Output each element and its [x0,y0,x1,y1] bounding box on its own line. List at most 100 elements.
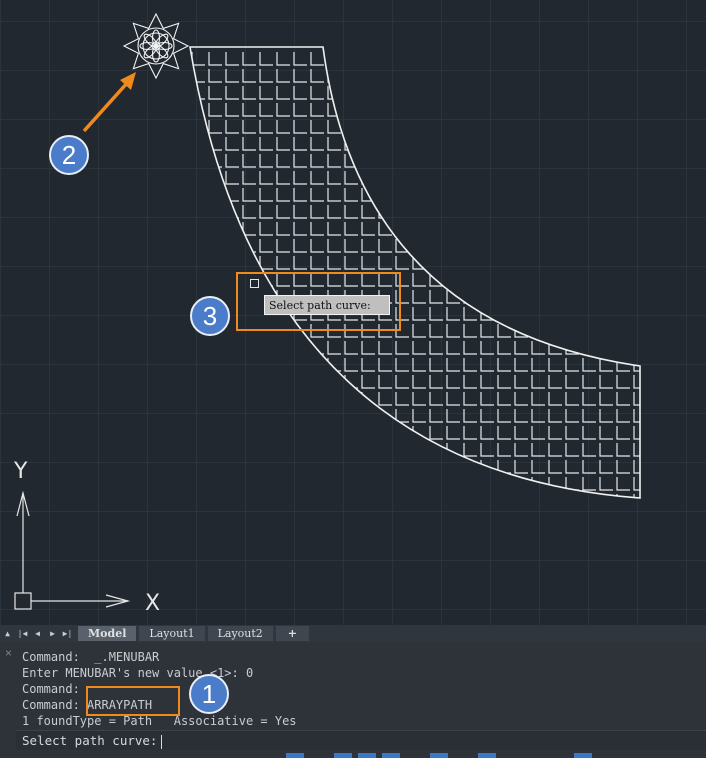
array-cell [276,341,290,355]
status-button[interactable] [358,753,376,758]
status-button[interactable] [286,753,304,758]
array-cell [497,409,511,423]
array-cell [429,358,443,372]
array-cell [344,494,358,498]
array-cell [480,324,494,338]
array-cell [446,86,460,100]
status-button[interactable] [334,753,352,758]
array-cell [412,256,426,270]
array-cell [480,171,494,185]
array-cell [497,103,511,117]
array-cell [344,358,358,372]
array-cell [463,477,477,491]
array-cell [225,358,239,372]
array-cell [395,69,409,83]
tab-layout2[interactable]: Layout2 [207,626,273,641]
array-cell [599,477,613,491]
array-cell [480,477,494,491]
array-cell [412,358,426,372]
array-cell [599,120,613,134]
status-button[interactable] [382,753,400,758]
next-tab-icon[interactable]: ▶ [45,626,60,641]
array-cell [242,69,256,83]
array-cell [276,69,290,83]
array-cell [310,103,324,117]
command-line-window: × Command: _.MENUBAR Enter MENUBAR's new… [0,642,706,758]
array-cell [463,222,477,236]
array-cell [310,205,324,219]
array-cell [395,137,409,151]
drawing-canvas[interactable]: Y X Select path curve: 2 3 [0,0,706,625]
array-cell [548,409,562,423]
array-cell [191,392,205,406]
array-cell [497,307,511,321]
array-cell [514,307,528,321]
array-cell [259,69,273,83]
tab-layout1[interactable]: Layout1 [139,626,205,641]
last-tab-icon[interactable]: ▶| [60,626,75,641]
array-cell [446,171,460,185]
array-cell [446,307,460,321]
status-button[interactable] [574,753,592,758]
array-cell [208,477,222,491]
flower-object[interactable] [122,12,190,80]
array-cell [616,222,630,236]
array-cell [225,222,239,236]
prev-tab-icon[interactable]: ◀ [30,626,45,641]
array-cell [531,188,545,202]
array-cell [548,222,562,236]
array-cell [191,443,205,457]
array-cell [480,86,494,100]
array-cell [582,375,596,389]
array-cell [225,460,239,474]
array-cell [259,188,273,202]
array-cell [582,273,596,287]
array-cell [191,426,205,440]
array-cell [191,205,205,219]
array-cell [276,443,290,457]
array-cell [463,120,477,134]
array-cell [242,137,256,151]
tab-model[interactable]: Model [78,626,137,641]
array-cell [514,52,528,66]
status-button[interactable] [430,753,448,758]
command-input[interactable]: Select path curve: [16,730,706,750]
array-cell [480,273,494,287]
array-cell [480,222,494,236]
array-cell [293,120,307,134]
array-cell [565,103,579,117]
array-cell [259,222,273,236]
array-cell [616,52,630,66]
array-cell [293,222,307,236]
array-cell [497,443,511,457]
close-icon[interactable]: × [5,646,12,660]
array-cell [514,137,528,151]
array-cell [497,392,511,406]
array-cell [531,307,545,321]
array-cell [395,52,409,66]
array-cell [208,358,222,372]
array-cell [208,494,222,498]
array-cell [344,256,358,270]
array-cell [582,154,596,168]
array-cell [565,86,579,100]
array-cell [276,137,290,151]
array-cell [531,460,545,474]
array-cell [599,426,613,440]
scroll-up-icon[interactable]: ▲ [0,626,15,641]
array-cell [412,154,426,168]
array-cell [599,86,613,100]
array-cell [548,443,562,457]
array-cell [531,426,545,440]
array-cell [327,188,341,202]
array-cell [378,494,392,498]
array-cell [514,392,528,406]
array-cell [582,443,596,457]
array-cell [446,188,460,202]
first-tab-icon[interactable]: |◀ [15,626,30,641]
array-cell [276,103,290,117]
array-cell [225,426,239,440]
array-cell [242,494,256,498]
status-button[interactable] [478,753,496,758]
add-layout-button[interactable]: + [275,626,310,641]
